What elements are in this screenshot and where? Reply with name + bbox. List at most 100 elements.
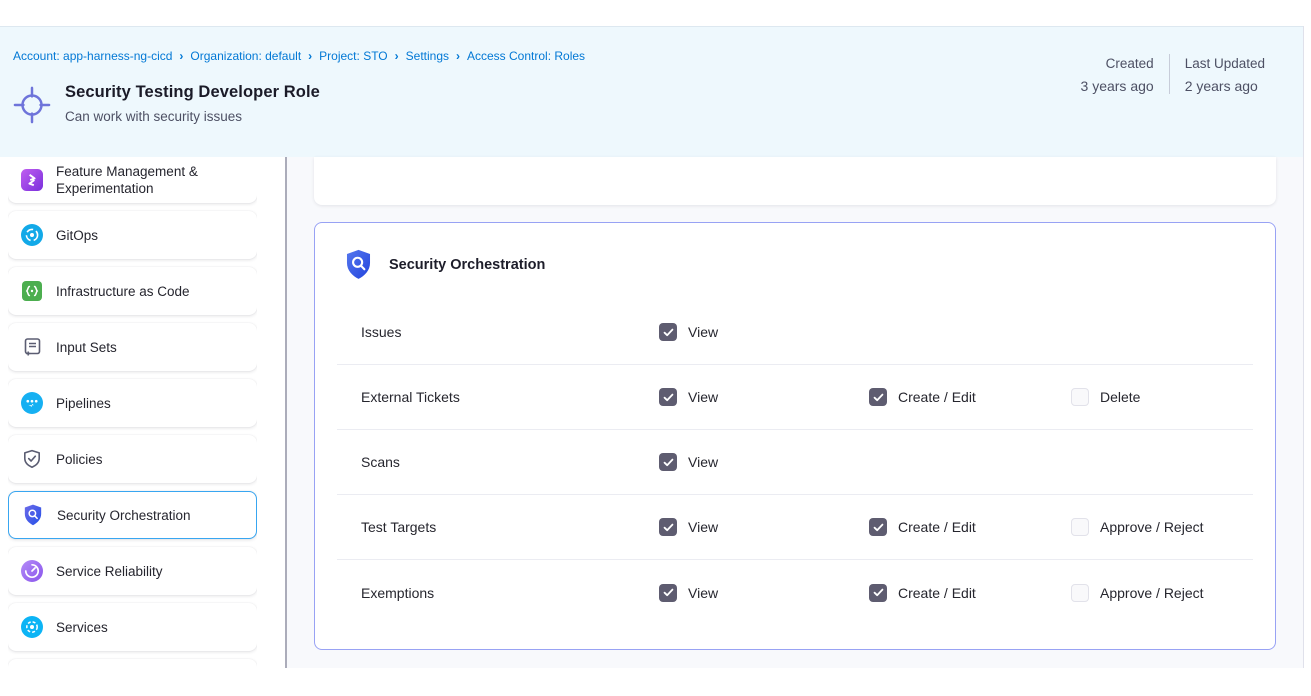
breadcrumb-item[interactable]: Access Control: Roles <box>467 49 585 63</box>
permission-row: Exemptions View Create / Edit Approve / Rej… <box>337 560 1253 625</box>
infrastructure-as-code-icon <box>21 280 43 302</box>
pipelines-icon <box>21 392 43 414</box>
permission-rows: Issues View External Tickets View Create / E… <box>337 300 1253 625</box>
section-header: Security Orchestration <box>315 223 1275 280</box>
policies-icon <box>21 448 43 470</box>
resource-label: External Tickets <box>361 389 659 405</box>
unchecked-checkbox[interactable] <box>1071 388 1089 406</box>
page: Account: app-harness-ng-cicd › Organizatio… <box>0 0 1311 696</box>
permission-cell: Create / Edit <box>869 584 1071 602</box>
gitops-icon <box>21 224 43 246</box>
unchecked-checkbox[interactable] <box>1071 518 1089 536</box>
breadcrumb-separator: › <box>179 49 183 63</box>
checked-checkbox[interactable] <box>659 323 677 341</box>
created-block: Created 3 years ago <box>1081 54 1169 94</box>
permission-label: Delete <box>1100 389 1140 405</box>
security-orchestration-shield-icon <box>345 249 372 280</box>
last-updated-label: Last Updated <box>1185 56 1265 71</box>
sidebar-item-gitops[interactable]: GitOps <box>8 211 257 259</box>
breadcrumb-item[interactable]: Organization: default <box>190 49 301 63</box>
sidebar-item-security-orchestration[interactable]: Security Orchestration <box>8 491 257 539</box>
page-header: Account: app-harness-ng-cicd › Organizatio… <box>0 26 1303 157</box>
permission-label: Create / Edit <box>898 585 976 601</box>
last-updated-value: 2 years ago <box>1185 78 1258 94</box>
sidebar-item-label: Service Reliability <box>56 563 163 580</box>
permission-label: Create / Edit <box>898 519 976 535</box>
checked-checkbox[interactable] <box>869 388 887 406</box>
page-subtitle: Can work with security issues <box>65 109 242 124</box>
resource-label: Exemptions <box>361 585 659 601</box>
breadcrumb: Account: app-harness-ng-cicd › Organizatio… <box>13 48 585 64</box>
sidebar-item-label: Policies <box>56 451 103 468</box>
breadcrumb-separator: › <box>308 49 312 63</box>
sidebar-item-service-reliability[interactable]: Service Reliability <box>8 547 257 595</box>
resource-label: Scans <box>361 454 659 470</box>
sidebar-item-feature-management-experimentation[interactable]: Feature Management & Experimentation <box>8 157 257 203</box>
security-orchestration-card: Security Orchestration IssuesViewExterna… <box>314 222 1276 650</box>
role-target-icon <box>13 86 51 124</box>
permission-label: View <box>688 585 718 601</box>
created-value: 3 years ago <box>1081 78 1154 94</box>
resource-label: Issues <box>361 324 659 340</box>
sidebar-item-label: GitOps <box>56 227 98 244</box>
permission-row: External Tickets View Create / Edit Delete <box>337 365 1253 430</box>
permission-label: View <box>688 389 718 405</box>
permission-label: Approve / Reject <box>1100 519 1204 535</box>
permission-label: Approve / Reject <box>1100 585 1204 601</box>
checked-checkbox[interactable] <box>659 388 677 406</box>
permission-label: View <box>688 454 718 470</box>
permission-cell: Approve / Reject <box>1071 584 1253 602</box>
breadcrumb-item[interactable]: Account: app-harness-ng-cicd <box>13 49 172 63</box>
resource-sidebar: Feature Management & Experimentation GitO… <box>8 157 257 668</box>
section-title: Security Orchestration <box>389 257 545 273</box>
sidebar-item-label: Infrastructure as Code <box>56 283 190 300</box>
sidebar-item-label: Feature Management & Experimentation <box>56 163 251 197</box>
sidebar-item-services[interactable]: Services <box>8 603 257 651</box>
permission-cell: View <box>659 518 869 536</box>
unchecked-checkbox[interactable] <box>1071 584 1089 602</box>
checked-checkbox[interactable] <box>869 584 887 602</box>
previous-section-card <box>314 157 1276 205</box>
sidebar-item-input-sets[interactable]: Input Sets <box>8 323 257 371</box>
permission-row: Issues View <box>337 300 1253 365</box>
service-reliability-icon <box>21 560 43 582</box>
sidebar-item-pipelines[interactable]: Pipelines <box>8 379 257 427</box>
services-icon <box>21 616 43 638</box>
breadcrumb-separator: › <box>456 49 460 63</box>
checked-checkbox[interactable] <box>869 518 887 536</box>
sidebar-item-label: Pipelines <box>56 395 111 412</box>
sidebar-item-label: Input Sets <box>56 339 117 356</box>
permission-cell: Create / Edit <box>869 518 1071 536</box>
permission-label: View <box>688 519 718 535</box>
checked-checkbox[interactable] <box>659 453 677 471</box>
permission-cell: View <box>659 584 869 602</box>
permission-row: Scans View <box>337 430 1253 495</box>
page-title: Security Testing Developer Role <box>65 83 320 102</box>
checked-checkbox[interactable] <box>659 518 677 536</box>
breadcrumb-separator: › <box>395 49 399 63</box>
main-panel: Security Orchestration IssuesViewExterna… <box>287 157 1303 668</box>
permission-cell: Approve / Reject <box>1071 518 1253 536</box>
sidebar-item-policies[interactable]: Policies <box>8 435 257 483</box>
resource-label: Test Targets <box>361 519 659 535</box>
permission-cell: View <box>659 453 869 471</box>
permission-label: View <box>688 324 718 340</box>
sidebar-item-label: Services <box>56 619 108 636</box>
permission-cell: View <box>659 388 869 406</box>
checked-checkbox[interactable] <box>659 584 677 602</box>
breadcrumb-item[interactable]: Project: STO <box>319 49 387 63</box>
created-label: Created <box>1106 56 1154 71</box>
sidebar-item-label: Security Orchestration <box>57 507 191 524</box>
input-sets-icon <box>21 336 43 358</box>
page-right-border <box>1303 26 1304 668</box>
meta-dates: Created 3 years ago Last Updated 2 years… <box>1081 54 1265 94</box>
feature-flags-icon <box>21 169 43 191</box>
permission-row: Test Targets View Create / Edit Approve / R… <box>337 495 1253 560</box>
last-updated-block: Last Updated 2 years ago <box>1170 54 1265 94</box>
sidebar-item-infrastructure-as-code[interactable]: Infrastructure as Code <box>8 267 257 315</box>
breadcrumb-item[interactable]: Settings <box>406 49 449 63</box>
permission-cell: View <box>659 323 869 341</box>
sidebar-item-partial[interactable] <box>8 659 257 668</box>
permission-cell: Create / Edit <box>869 388 1071 406</box>
permission-cell: Delete <box>1071 388 1253 406</box>
